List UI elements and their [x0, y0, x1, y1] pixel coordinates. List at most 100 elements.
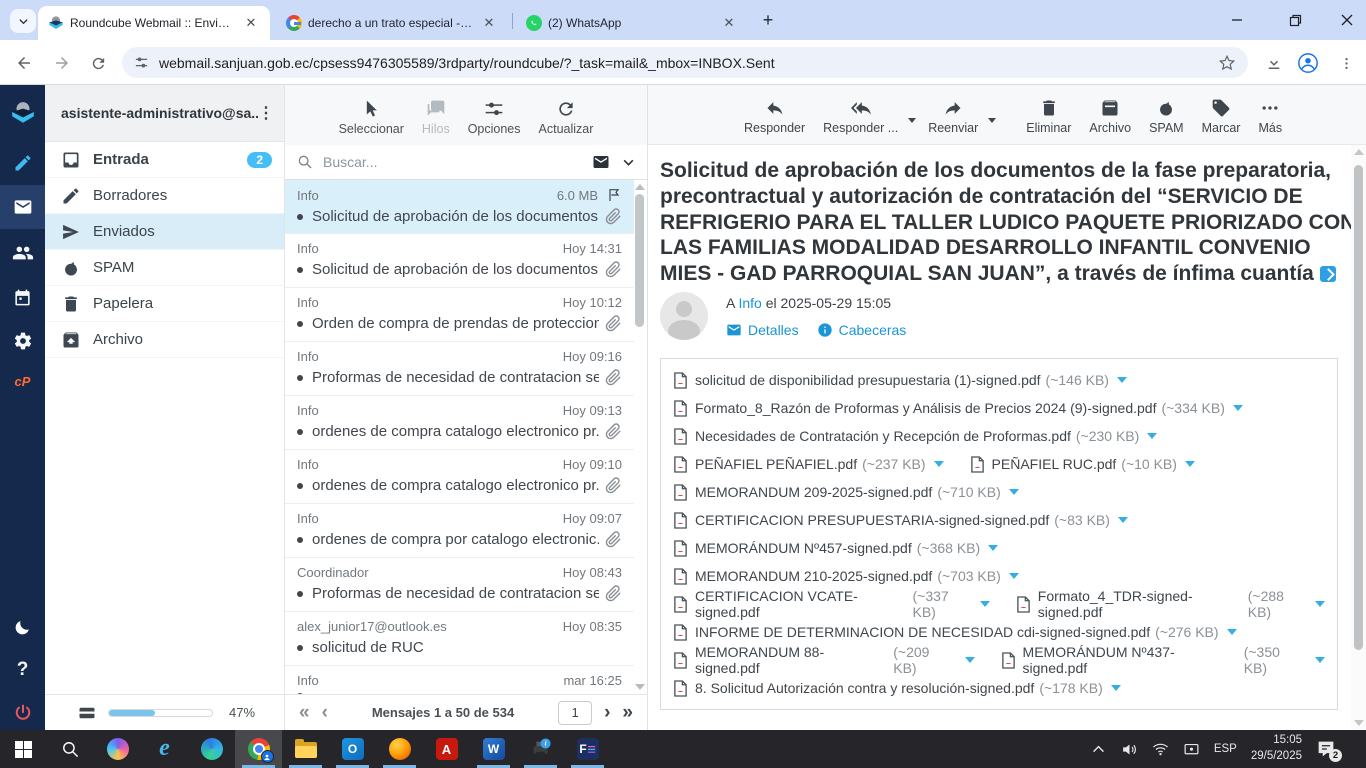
- message-row[interactable]: InfoHoy 09:07 ordenes de compra por cata…: [285, 504, 634, 558]
- scroll-up-arrow[interactable]: [1354, 149, 1364, 155]
- site-settings-icon[interactable]: [134, 55, 149, 70]
- attachment-menu-icon[interactable]: [1009, 489, 1019, 495]
- taskbar-search-button[interactable]: [47, 730, 94, 768]
- browser-menu-button[interactable]: [1334, 51, 1358, 75]
- folder-entrada[interactable]: Entrada 2: [45, 142, 284, 178]
- more-button[interactable]: Más: [1250, 96, 1290, 137]
- reply-all-button[interactable]: Responder ...: [815, 96, 906, 137]
- profile-avatar[interactable]: [1296, 51, 1320, 75]
- language-indicator[interactable]: ESP: [1214, 743, 1237, 755]
- forward-button[interactable]: [50, 51, 74, 75]
- bookmark-star-icon[interactable]: [1218, 54, 1236, 72]
- attachment-menu-icon[interactable]: [1118, 517, 1128, 523]
- attachment-menu-icon[interactable]: [1227, 629, 1237, 635]
- list-scrollbar[interactable]: [633, 182, 646, 692]
- taskbar-explorer-button[interactable]: [282, 730, 329, 768]
- refresh-button[interactable]: Actualizar: [532, 97, 601, 138]
- attachment-item[interactable]: MEMORANDUM 88-signed.pdf(~209 KB): [673, 644, 975, 676]
- delete-button[interactable]: Eliminar: [1018, 96, 1079, 137]
- folder-archivo[interactable]: Archivo: [45, 322, 284, 358]
- headers-link[interactable]: Cabeceras: [817, 322, 907, 338]
- attachment-item[interactable]: Formato_4_TDR-signed-signed.pdf(~288 KB): [1016, 588, 1325, 620]
- recipient-link[interactable]: Info: [738, 295, 761, 311]
- calendar-icon[interactable]: [0, 277, 45, 317]
- taskbar-acrobat-button[interactable]: A: [423, 730, 470, 768]
- attachment-item[interactable]: Formato_8_Razón de Proformas y Análisis …: [673, 400, 1243, 417]
- tray-expand-chevron-icon[interactable]: [1090, 741, 1107, 758]
- message-row[interactable]: alex_junior17@outlook.esHoy 08:35 solici…: [285, 612, 634, 666]
- attachment-menu-icon[interactable]: [980, 601, 990, 607]
- back-button[interactable]: [12, 51, 36, 75]
- contacts-icon[interactable]: [0, 233, 45, 273]
- settings-gear-icon[interactable]: [0, 321, 45, 361]
- tab-search-button[interactable]: [10, 9, 36, 33]
- taskbar-word-button[interactable]: W: [470, 730, 517, 768]
- first-page-button[interactable]: «: [299, 703, 310, 722]
- tab-close-icon[interactable]: ✕: [720, 14, 738, 32]
- attachment-item[interactable]: CERTIFICACION PRESUPUESTARIA-signed-sign…: [673, 512, 1128, 529]
- help-icon[interactable]: ?: [0, 650, 45, 690]
- attachment-menu-icon[interactable]: [1315, 601, 1325, 607]
- message-row[interactable]: InfoHoy 10:12 Orden de compra de prendas…: [285, 288, 634, 342]
- details-link[interactable]: Detalles: [726, 322, 799, 338]
- start-button[interactable]: [0, 730, 47, 768]
- window-minimize-button[interactable]: [1214, 0, 1260, 40]
- attachment-item[interactable]: PEÑAFIEL RUC.pdf(~10 KB): [970, 456, 1195, 473]
- taskbar-edge-button[interactable]: [188, 730, 235, 768]
- scroll-down-arrow[interactable]: [635, 684, 645, 690]
- reply-all-menu-icon[interactable]: [908, 118, 916, 123]
- taskbar-ie-button[interactable]: e: [141, 730, 188, 768]
- tab-google-search[interactable]: derecho a un trato especial - Bu ✕: [276, 6, 508, 40]
- search-input[interactable]: [323, 154, 592, 170]
- page-number-box[interactable]: 1: [558, 701, 592, 725]
- attachment-menu-icon[interactable]: [1009, 573, 1019, 579]
- attachment-menu-icon[interactable]: [988, 545, 998, 551]
- archive-button[interactable]: Archivo: [1081, 96, 1139, 137]
- wifi-icon[interactable]: [1152, 741, 1169, 758]
- search-scope-mail-icon[interactable]: [592, 153, 610, 171]
- cast-screen-icon[interactable]: [1183, 741, 1200, 758]
- taskbar-outlook-button[interactable]: O: [329, 730, 376, 768]
- threads-button[interactable]: Hilos: [415, 97, 457, 138]
- taskbar-print-tool-button[interactable]: i: [517, 730, 564, 768]
- attachment-item[interactable]: 8. Solicitud Autorización contra y resol…: [673, 680, 1121, 697]
- attachment-item[interactable]: CERTIFICACION VCATE-signed.pdf(~337 KB): [673, 588, 990, 620]
- cpanel-icon[interactable]: cP: [0, 361, 45, 401]
- message-row[interactable]: InfoHoy 09:13 ordenes de compra catalogo…: [285, 396, 634, 450]
- attachment-menu-icon[interactable]: [1233, 405, 1243, 411]
- attachment-item[interactable]: PEÑAFIEL PEÑAFIEL.pdf(~237 KB): [673, 456, 944, 473]
- last-page-button[interactable]: »: [622, 703, 633, 722]
- mail-section-icon[interactable]: [0, 185, 45, 229]
- folder-enviados[interactable]: Enviados: [45, 214, 284, 250]
- scroll-down-arrow[interactable]: [1354, 720, 1364, 726]
- message-row[interactable]: InfoHoy 14:31 Solicitud de aprobación de…: [285, 234, 634, 288]
- attachment-menu-icon[interactable]: [1117, 377, 1127, 383]
- attachment-item[interactable]: INFORME DE DETERMINACION DE NECESIDAD cd…: [673, 624, 1237, 641]
- window-restore-button[interactable]: [1272, 0, 1318, 40]
- logout-power-icon[interactable]: [0, 693, 45, 733]
- message-row[interactable]: CoordinadorHoy 08:43 Proformas de necesi…: [285, 558, 634, 612]
- attachment-item[interactable]: MEMORANDUM 209-2025-signed.pdf(~710 KB): [673, 484, 1019, 501]
- attachment-item[interactable]: solicitud de disponibilidad presupuestar…: [673, 372, 1127, 389]
- options-button[interactable]: Opciones: [461, 97, 528, 138]
- next-page-button[interactable]: ›: [604, 703, 610, 722]
- tab-roundcube[interactable]: Roundcube Webmail :: Enviados ✕: [38, 6, 270, 40]
- compose-icon[interactable]: [0, 143, 45, 183]
- attachment-menu-icon[interactable]: [934, 461, 944, 467]
- account-menu-icon[interactable]: ⋮: [258, 103, 274, 123]
- attachment-menu-icon[interactable]: [1185, 461, 1195, 467]
- taskbar-clock[interactable]: 15:05 29/5/2025: [1251, 733, 1302, 764]
- volume-icon[interactable]: [1121, 741, 1138, 758]
- spam-button[interactable]: SPAM: [1141, 96, 1192, 137]
- folder-borradores[interactable]: Borradores: [45, 178, 284, 214]
- open-in-new-window-icon[interactable]: [1320, 266, 1336, 282]
- forward-button[interactable]: Reenviar: [920, 96, 986, 137]
- tab-close-icon[interactable]: ✕: [242, 14, 260, 32]
- message-row[interactable]: Info6.0 MB Solicitud de aprobación de lo…: [285, 180, 634, 234]
- attachment-menu-icon[interactable]: [1147, 433, 1157, 439]
- taskbar-firefox-button[interactable]: [376, 730, 423, 768]
- attachment-item[interactable]: MEMORÁNDUM Nº437-signed.pdf(~350 KB): [1001, 644, 1325, 676]
- reply-button[interactable]: Responder: [736, 96, 813, 137]
- attachment-item[interactable]: Necesidades de Contratación y Recepción …: [673, 428, 1157, 445]
- notification-center-button[interactable]: 2: [1316, 740, 1336, 758]
